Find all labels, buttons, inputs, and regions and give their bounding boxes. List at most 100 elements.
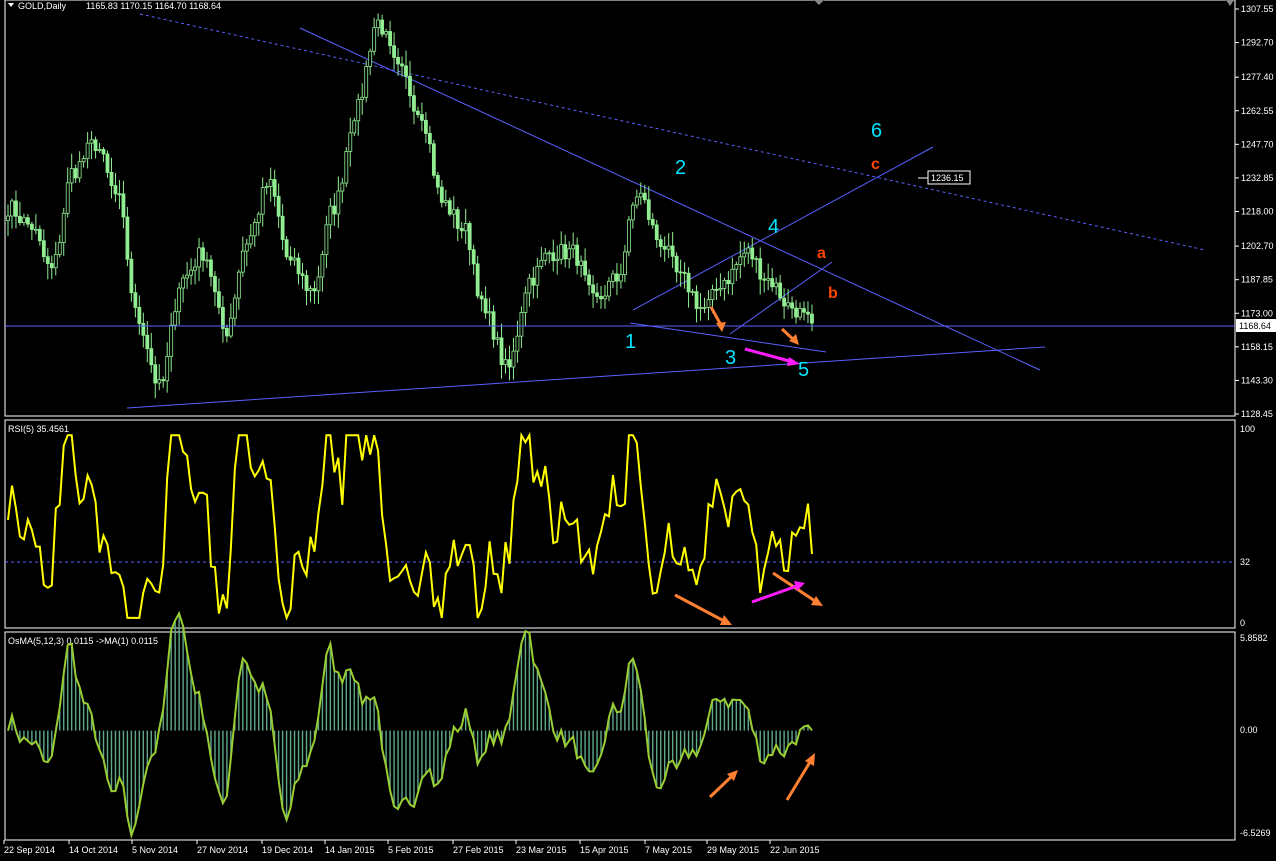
candle-body [268,179,273,187]
time-tick-label: 15 Apr 2015 [580,845,629,855]
candle-body [702,307,707,309]
candle-body [388,31,392,47]
candle-body [634,196,639,206]
mt4-gold-chart[interactable]: GOLD,Daily 1165.83 1170.15 1164.70 1168.… [0,0,1276,861]
chart-background [0,0,1276,861]
candle-body [201,247,205,261]
candle-body [328,205,333,226]
candle-body [455,209,460,229]
time-tick-label: 29 May 2015 [707,845,759,855]
candle-body [710,289,715,301]
candle-body [806,311,810,315]
candle-body [189,269,193,276]
candle-body [232,297,237,319]
candle-body [221,306,225,329]
candle-body [73,168,78,179]
price-tick-label: 1158.15 [1241,342,1273,352]
candle-body [57,242,62,255]
candle-body [810,313,814,324]
time-tick-label: 23 Mar 2015 [516,845,567,855]
candle-body [332,205,337,215]
candle-body [770,278,775,288]
candle-body [623,251,627,275]
candle-body [575,244,580,266]
candle-body [141,323,146,336]
candle-body [607,280,611,297]
candle-body [551,252,556,262]
candle-body [292,257,297,261]
candle-body [113,185,118,195]
candle-body [288,256,293,261]
candle-body [157,379,162,384]
candle-body [487,311,492,314]
candle-body [29,223,34,230]
price-tick-label: 1247.70 [1241,139,1274,149]
candle-body [420,114,424,121]
candle-body [181,277,186,289]
candle-body [535,265,540,286]
candle-body [380,19,385,35]
time-tick-label: 7 May 2015 [645,845,692,855]
candle-body [782,297,786,307]
candle-body [547,252,552,255]
candle-body [638,192,643,198]
price-tick-label: 1173.00 [1241,308,1273,318]
current-price-label: 1168.64 [1239,321,1271,331]
candle-body [356,99,361,122]
candle-body [591,284,595,294]
candle-body [276,195,281,217]
candle-body [316,276,321,292]
candle-body [340,182,345,192]
candle-body [125,216,130,260]
osma-tick-zero: 0.00 [1240,725,1258,735]
candle-body [567,248,572,260]
candle-body [224,328,229,337]
candle-body [698,307,703,309]
candle-body [145,334,150,350]
rsi-tick-32: 32 [1240,557,1250,567]
candle-body [304,275,309,291]
candle-body [706,299,711,308]
candle-body [213,276,217,293]
candle-body [173,311,178,326]
candle-body [264,186,269,189]
price-tick-label: 1202.70 [1241,241,1274,251]
candle-body [742,252,747,258]
candle-body [499,337,504,365]
candle-body [483,298,488,314]
candle-body [790,302,794,309]
price-label-text: 1236.15 [931,173,964,183]
candle-body [296,257,301,275]
candle-body [467,223,472,251]
candle-body [22,217,26,223]
candle-body [642,192,647,201]
candle-body [209,259,213,277]
candle-body [507,359,512,368]
symbol-title: GOLD,Daily [18,1,67,11]
rsi-title: RSI(5) 35.4561 [8,424,69,434]
candle-body [61,212,66,244]
candle-body [539,259,544,267]
time-tick-label: 14 Jan 2015 [325,845,375,855]
candle-body [435,174,440,188]
candle-body [416,110,420,115]
candle-body [149,348,154,366]
candle-body [650,219,655,226]
candle-body [722,279,727,289]
candle-body [121,193,126,218]
candle-body [431,143,436,176]
candle-body [137,307,142,324]
price-tick-label: 1232.85 [1241,173,1274,183]
candle-body [109,171,114,187]
candle-body [451,209,456,215]
candle-body [459,228,464,232]
candle-body [193,266,197,271]
wave-label-2: 2 [675,157,686,179]
candle-body [571,244,576,250]
candle-body [798,308,802,318]
candle-body [734,264,739,270]
candle-body [654,224,659,241]
candle-body [240,250,245,273]
candle-body [105,153,110,173]
candle-body [205,259,209,262]
